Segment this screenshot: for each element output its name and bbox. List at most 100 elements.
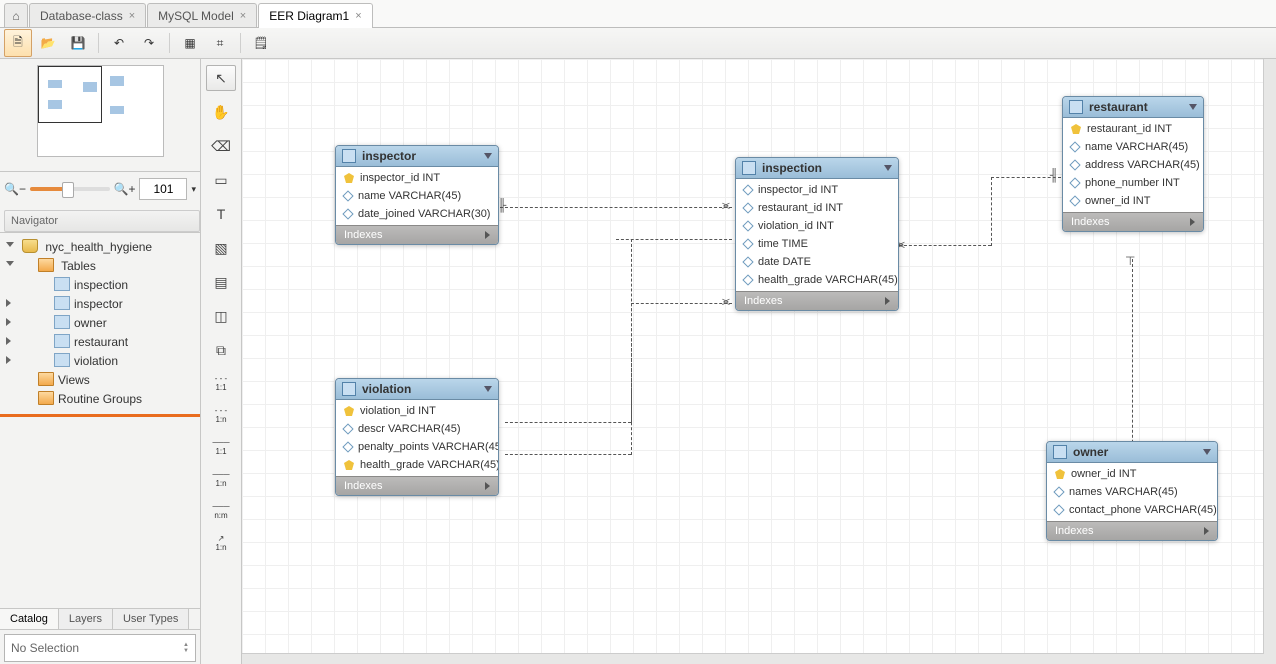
entity-inspector[interactable]: inspectorinspector_id INTname VARCHAR(45… xyxy=(335,145,499,245)
canvas-scrollbar-vertical[interactable] xyxy=(1263,59,1276,654)
entity-column[interactable]: violation_id INT xyxy=(336,402,498,420)
diagram-canvas[interactable]: ╟ ⪤ ⪤ ⪤ ╢ ⊤ ╨ inspectorinspector_id INTn… xyxy=(242,59,1276,664)
tree-table-violation[interactable]: violation xyxy=(0,351,200,370)
tool-rel-11-dashed[interactable]: - - -1:1 xyxy=(206,371,236,395)
tree-tables-folder[interactable]: Tables xyxy=(0,256,200,275)
chevron-down-icon[interactable] xyxy=(884,165,892,171)
entity-column[interactable]: descr VARCHAR(45) xyxy=(336,420,498,438)
entity-column[interactable]: health_grade VARCHAR(45) xyxy=(736,271,898,289)
chevron-down-icon[interactable] xyxy=(1203,449,1211,455)
tree-views-folder[interactable]: Views xyxy=(0,370,200,389)
snap-button[interactable]: ⌗ xyxy=(206,29,234,57)
chevron-down-icon[interactable] xyxy=(484,153,492,159)
rel-inspector-inspection[interactable] xyxy=(500,207,732,208)
tool-rel-1n[interactable]: ───1:n xyxy=(206,467,236,491)
rel-violation-inspection-b-seg3[interactable] xyxy=(616,239,732,240)
chevron-down-icon[interactable] xyxy=(484,386,492,392)
tree-table-inspection[interactable]: inspection xyxy=(0,275,200,294)
entity-indexes-section[interactable]: Indexes xyxy=(1063,212,1203,231)
zoom-slider[interactable] xyxy=(30,187,110,191)
rel-violation-inspection-b-seg2[interactable] xyxy=(631,239,632,455)
entity-indexes-section[interactable]: Indexes xyxy=(1047,521,1217,540)
tool-text[interactable]: T xyxy=(206,201,236,227)
tool-eraser[interactable]: ⌫ xyxy=(206,133,236,159)
tool-image[interactable]: ▧ xyxy=(206,235,236,261)
zoom-input[interactable] xyxy=(139,178,187,200)
entity-column[interactable]: health_grade VARCHAR(45) xyxy=(336,456,498,474)
zoom-out-icon[interactable]: 🔍− xyxy=(4,182,26,196)
entity-indexes-section[interactable]: Indexes xyxy=(736,291,898,310)
entity-column[interactable]: name VARCHAR(45) xyxy=(1063,138,1203,156)
entity-column[interactable]: restaurant_id INT xyxy=(1063,120,1203,138)
catalog-tree[interactable]: nyc_health_hygiene Tables inspection ins… xyxy=(0,232,200,608)
tab-home[interactable]: ⌂ xyxy=(4,3,28,27)
tool-hand[interactable]: ✋ xyxy=(206,99,236,125)
tool-rel-11[interactable]: ───1:1 xyxy=(206,435,236,459)
tool-rel-nm[interactable]: ───n:m xyxy=(206,499,236,523)
undo-button[interactable]: ↶ xyxy=(105,29,133,57)
overview-viewport[interactable] xyxy=(38,66,102,123)
tool-table[interactable]: ▤ xyxy=(206,269,236,295)
entity-owner[interactable]: owner owner_id INTnames VARCHAR(45)contac… xyxy=(1046,441,1218,541)
tree-table-inspector[interactable]: inspector xyxy=(0,294,200,313)
entity-column[interactable]: contact_phone VARCHAR(45) xyxy=(1047,501,1217,519)
rel-violation-inspection-b-seg1[interactable] xyxy=(505,454,631,455)
open-file-button[interactable]: 📂 xyxy=(34,29,62,57)
tree-schema[interactable]: nyc_health_hygiene xyxy=(0,237,200,256)
entity-header[interactable]: owner xyxy=(1047,442,1217,463)
tree-table-restaurant[interactable]: restaurant xyxy=(0,332,200,351)
entity-header[interactable]: inspection xyxy=(736,158,898,179)
entity-indexes-section[interactable]: Indexes xyxy=(336,476,498,495)
rel-inspection-restaurant-seg2[interactable] xyxy=(991,177,992,246)
rel-violation-inspection-seg3[interactable] xyxy=(631,303,732,304)
tool-layer[interactable]: ▭ xyxy=(206,167,236,193)
selection-dropdown[interactable]: No Selection ▲▼ xyxy=(4,634,196,662)
entity-restaurant[interactable]: restaurant restaurant_id INTname VARCHAR(… xyxy=(1062,96,1204,232)
grid-button[interactable]: ▦ xyxy=(176,29,204,57)
entity-header[interactable]: restaurant xyxy=(1063,97,1203,118)
entity-column[interactable]: restaurant_id INT xyxy=(736,199,898,217)
tab-eer-diagram[interactable]: EER Diagram1 × xyxy=(258,3,372,28)
rel-inspection-restaurant-seg1[interactable] xyxy=(899,245,991,246)
tab-mysql-model[interactable]: MySQL Model × xyxy=(147,3,257,27)
tool-routine[interactable]: ⧉ xyxy=(206,337,236,363)
save-button[interactable]: 💾 xyxy=(64,29,92,57)
entity-column[interactable]: date DATE xyxy=(736,253,898,271)
tool-rel-1n-dashed[interactable]: - - -1:n xyxy=(206,403,236,427)
entity-column[interactable]: address VARCHAR(45) xyxy=(1063,156,1203,174)
entity-column[interactable]: owner_id INT xyxy=(1047,465,1217,483)
tree-table-owner[interactable]: owner xyxy=(0,313,200,332)
tool-rel-1n-existing[interactable]: ↗1:n xyxy=(206,531,236,555)
close-icon[interactable]: × xyxy=(240,10,246,22)
entity-violation[interactable]: violation violation_id INTdescr VARCHAR(4… xyxy=(335,378,499,496)
chevron-down-icon[interactable]: ▾ xyxy=(191,184,196,195)
close-icon[interactable]: × xyxy=(355,10,361,22)
entity-header[interactable]: violation xyxy=(336,379,498,400)
entity-column[interactable]: violation_id INT xyxy=(736,217,898,235)
tool-pointer[interactable]: ↖ xyxy=(206,65,236,91)
entity-inspection[interactable]: inspection inspector_id INTrestaurant_id … xyxy=(735,157,899,311)
close-icon[interactable]: × xyxy=(129,10,135,22)
entity-header[interactable]: inspector xyxy=(336,146,498,167)
entity-column[interactable]: name VARCHAR(45) xyxy=(336,187,498,205)
tree-routines-folder[interactable]: Routine Groups xyxy=(0,389,200,408)
subtab-catalog[interactable]: Catalog xyxy=(0,609,59,629)
zoom-in-icon[interactable]: 🔍+ xyxy=(114,182,136,196)
tab-database-class[interactable]: Database-class × xyxy=(29,3,146,27)
entity-column[interactable]: date_joined VARCHAR(30) xyxy=(336,205,498,223)
entity-column[interactable]: names VARCHAR(45) xyxy=(1047,483,1217,501)
entity-column[interactable]: inspector_id INT xyxy=(736,181,898,199)
chevron-down-icon[interactable] xyxy=(1189,104,1197,110)
notes-button[interactable]: 🗒 xyxy=(247,29,275,57)
subtab-layers[interactable]: Layers xyxy=(59,609,113,629)
rel-violation-inspection-seg1[interactable] xyxy=(505,422,631,423)
canvas-scrollbar-horizontal[interactable] xyxy=(242,653,1276,664)
entity-column[interactable]: penalty_points VARCHAR(45) xyxy=(336,438,498,456)
overview-minimap[interactable] xyxy=(37,65,164,157)
redo-button[interactable]: ↷ xyxy=(135,29,163,57)
entity-column[interactable]: phone_number INT xyxy=(1063,174,1203,192)
entity-indexes-section[interactable]: Indexes xyxy=(336,225,498,244)
catalog-splitter[interactable] xyxy=(0,414,200,417)
tool-view[interactable]: ◫ xyxy=(206,303,236,329)
entity-column[interactable]: time TIME xyxy=(736,235,898,253)
